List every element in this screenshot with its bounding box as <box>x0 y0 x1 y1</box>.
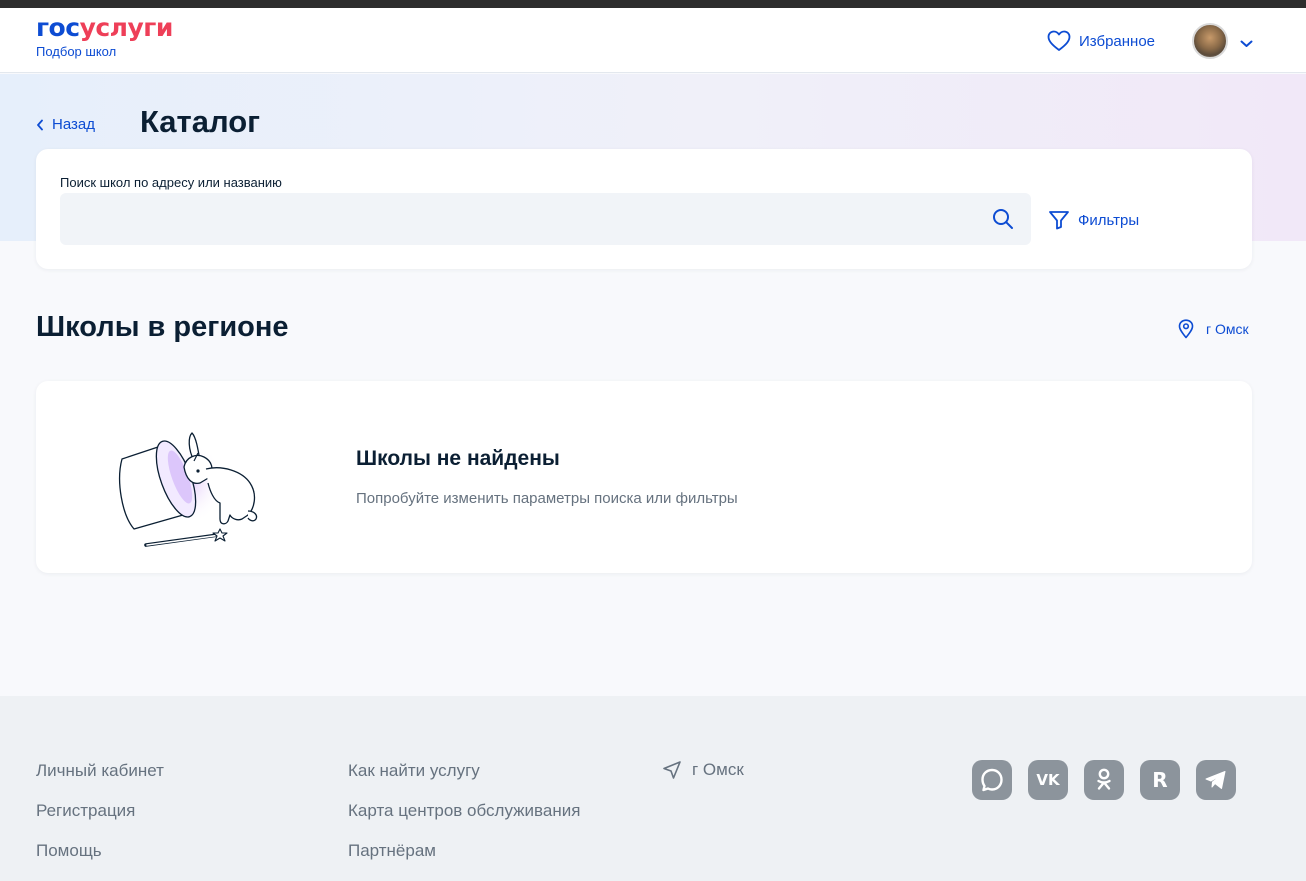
navigation-arrow-icon <box>663 761 681 779</box>
site-header: госуслуги Подбор школ Избранное <box>0 8 1306 73</box>
footer-column-services: Как найти услугу Карта центров обслужива… <box>348 760 580 880</box>
filter-icon <box>1049 211 1069 230</box>
footer-city-label: г Омск <box>692 760 744 779</box>
section-title: Школы в регионе <box>36 311 289 343</box>
back-link[interactable]: Назад <box>36 116 95 133</box>
back-label: Назад <box>52 116 95 133</box>
footer-link-help[interactable]: Помощь <box>36 840 164 880</box>
browser-top-strip <box>0 0 1306 8</box>
region-selector[interactable]: г Омск <box>1178 319 1249 339</box>
footer-link-service-centers-map[interactable]: Карта центров обслуживания <box>348 800 580 840</box>
ok-icon[interactable] <box>1084 760 1124 800</box>
favorites-link[interactable]: Избранное <box>1047 30 1155 52</box>
chevron-left-icon <box>37 119 43 130</box>
footer-city-selector[interactable]: г Омск <box>662 760 744 780</box>
empty-state-subtitle: Попробуйте изменить параметры поиска или… <box>356 490 738 507</box>
chevron-down-icon[interactable] <box>1240 40 1253 48</box>
site-footer: Личный кабинет Регистрация Помощь Как на… <box>0 696 1306 881</box>
social-links: VK R <box>972 760 1236 800</box>
search-input[interactable] <box>60 193 1031 245</box>
region-label: г Омск <box>1206 321 1249 337</box>
search-icon[interactable] <box>992 208 1014 230</box>
search-label: Поиск школ по адресу или названию <box>60 175 282 190</box>
logo-part-uslugi: услуги <box>79 13 174 42</box>
favorites-label: Избранное <box>1079 32 1156 50</box>
user-avatar[interactable] <box>1192 23 1228 59</box>
rutube-icon[interactable]: R <box>1140 760 1180 800</box>
empty-state-title: Школы не найдены <box>356 447 560 470</box>
footer-link-account[interactable]: Личный кабинет <box>36 760 164 800</box>
search-card: Поиск школ по адресу или названию Фильтр… <box>36 149 1252 269</box>
service-subtitle[interactable]: Подбор школ <box>36 44 116 59</box>
empty-state-card: Школы не найдены Попробуйте изменить пар… <box>36 381 1252 573</box>
footer-link-registration[interactable]: Регистрация <box>36 800 164 840</box>
gosuslugi-logo[interactable]: госуслуги <box>36 14 173 42</box>
filters-button[interactable]: Фильтры <box>1048 210 1139 230</box>
footer-column-account: Личный кабинет Регистрация Помощь <box>36 760 164 880</box>
logo-part-gos: гос <box>36 13 80 42</box>
page-title: Каталог <box>140 104 261 139</box>
footer-link-partners[interactable]: Партнёрам <box>348 840 580 880</box>
vk-icon[interactable]: VK <box>1028 760 1068 800</box>
filters-label: Фильтры <box>1078 211 1140 229</box>
magic-hat-illustration <box>119 432 258 547</box>
telegram-icon[interactable] <box>1196 760 1236 800</box>
max-icon[interactable] <box>972 760 1012 800</box>
heart-icon <box>1047 30 1071 51</box>
location-pin-icon <box>1178 319 1194 339</box>
footer-link-find-service[interactable]: Как найти услугу <box>348 760 580 800</box>
